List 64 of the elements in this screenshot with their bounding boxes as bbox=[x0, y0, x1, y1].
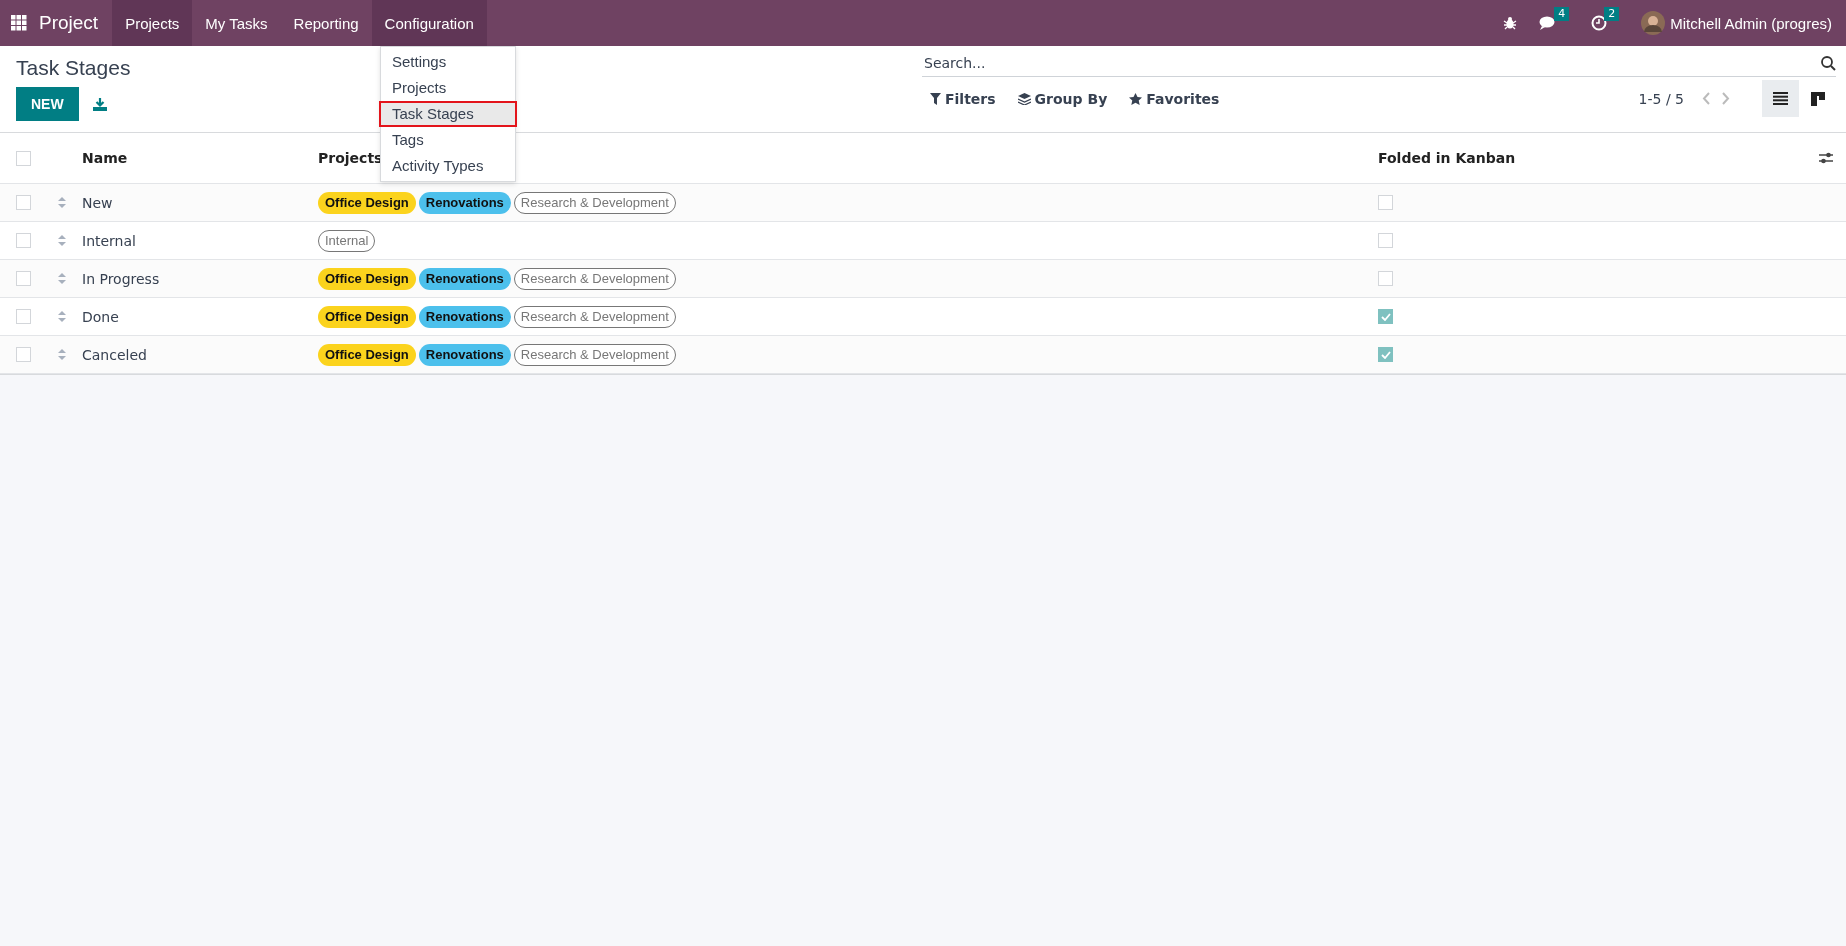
settings-icon[interactable] bbox=[1819, 152, 1833, 164]
row-checkbox[interactable] bbox=[16, 233, 31, 248]
user-name[interactable]: Mitchell Admin (progres) bbox=[1670, 14, 1832, 32]
dropdown-item[interactable]: Projects bbox=[379, 75, 517, 101]
project-tag: Renovations bbox=[418, 343, 511, 366]
menu-item[interactable]: Configuration bbox=[371, 0, 487, 46]
menu-item[interactable]: Reporting bbox=[280, 0, 372, 46]
bug-icon[interactable] bbox=[1503, 16, 1518, 30]
project-tag: Office Design bbox=[318, 191, 416, 214]
column-header[interactable]: Name bbox=[82, 150, 128, 166]
menu-item[interactable]: My Tasks bbox=[192, 0, 281, 46]
project-tag: Research & Development bbox=[513, 305, 676, 328]
activity-count-badge: 2 bbox=[1604, 7, 1620, 21]
project-tag: Renovations bbox=[418, 191, 511, 214]
table-cell: Done bbox=[82, 308, 119, 325]
column-header[interactable]: Folded in Kanban bbox=[1378, 150, 1516, 166]
clock-icon[interactable] bbox=[1591, 15, 1608, 31]
download-icon[interactable] bbox=[92, 97, 107, 111]
project-tag: Renovations bbox=[418, 267, 511, 290]
filter-button[interactable]: Group By bbox=[1009, 84, 1116, 113]
dropdown-item[interactable]: Tags bbox=[379, 127, 517, 153]
drag-handle-icon[interactable] bbox=[58, 349, 66, 360]
filter-button[interactable]: Favorites bbox=[1121, 84, 1228, 113]
row-checkbox[interactable] bbox=[16, 195, 31, 210]
drag-handle-icon[interactable] bbox=[58, 197, 66, 208]
drag-handle-icon[interactable] bbox=[58, 273, 66, 284]
app-name[interactable]: Project bbox=[39, 12, 99, 34]
menu-item[interactable]: Projects bbox=[112, 0, 193, 46]
kanban-icon bbox=[1810, 91, 1825, 106]
project-tag: Office Design bbox=[318, 305, 416, 328]
table-cell: New bbox=[82, 194, 113, 211]
table-cell: Canceled bbox=[82, 346, 147, 363]
avatar-icon[interactable] bbox=[1641, 11, 1666, 35]
drag-handle-icon[interactable] bbox=[58, 235, 66, 246]
layers-icon bbox=[1017, 92, 1031, 105]
message-count-badge: 4 bbox=[1554, 7, 1570, 21]
project-tag: Renovations bbox=[418, 305, 511, 328]
select-all-checkbox[interactable] bbox=[16, 150, 31, 166]
table-cell: Internal bbox=[82, 232, 136, 249]
pager-text[interactable]: 1-5 / 5 bbox=[1638, 90, 1684, 107]
star-icon bbox=[1129, 92, 1143, 105]
new-button[interactable]: NEW bbox=[16, 87, 79, 121]
dropdown-item[interactable]: Settings bbox=[379, 49, 517, 75]
dropdown-item[interactable]: Task Stages bbox=[379, 101, 517, 127]
project-tag: Research & Development bbox=[513, 343, 676, 366]
drag-handle-icon[interactable] bbox=[58, 311, 66, 322]
search-icon[interactable] bbox=[1821, 55, 1836, 71]
project-tag: Research & Development bbox=[513, 191, 676, 214]
row-checkbox[interactable] bbox=[16, 271, 31, 286]
row-checkbox[interactable] bbox=[16, 347, 31, 362]
table-cell: In Progress bbox=[82, 270, 160, 287]
project-tag: Research & Development bbox=[513, 267, 676, 290]
filter-icon bbox=[930, 92, 941, 105]
list-view-button[interactable] bbox=[1762, 80, 1799, 117]
next-icon[interactable] bbox=[1722, 92, 1730, 105]
page-title: Task Stages bbox=[16, 56, 131, 80]
filter-button[interactable]: Filters bbox=[922, 84, 1004, 113]
list-icon bbox=[1773, 92, 1788, 105]
project-tag: Internal bbox=[318, 229, 376, 252]
apps-grid-icon[interactable] bbox=[11, 15, 27, 31]
project-tag: Office Design bbox=[318, 343, 416, 366]
previous-icon[interactable] bbox=[1702, 92, 1710, 105]
project-tag: Office Design bbox=[318, 267, 416, 290]
row-checkbox[interactable] bbox=[16, 309, 31, 324]
